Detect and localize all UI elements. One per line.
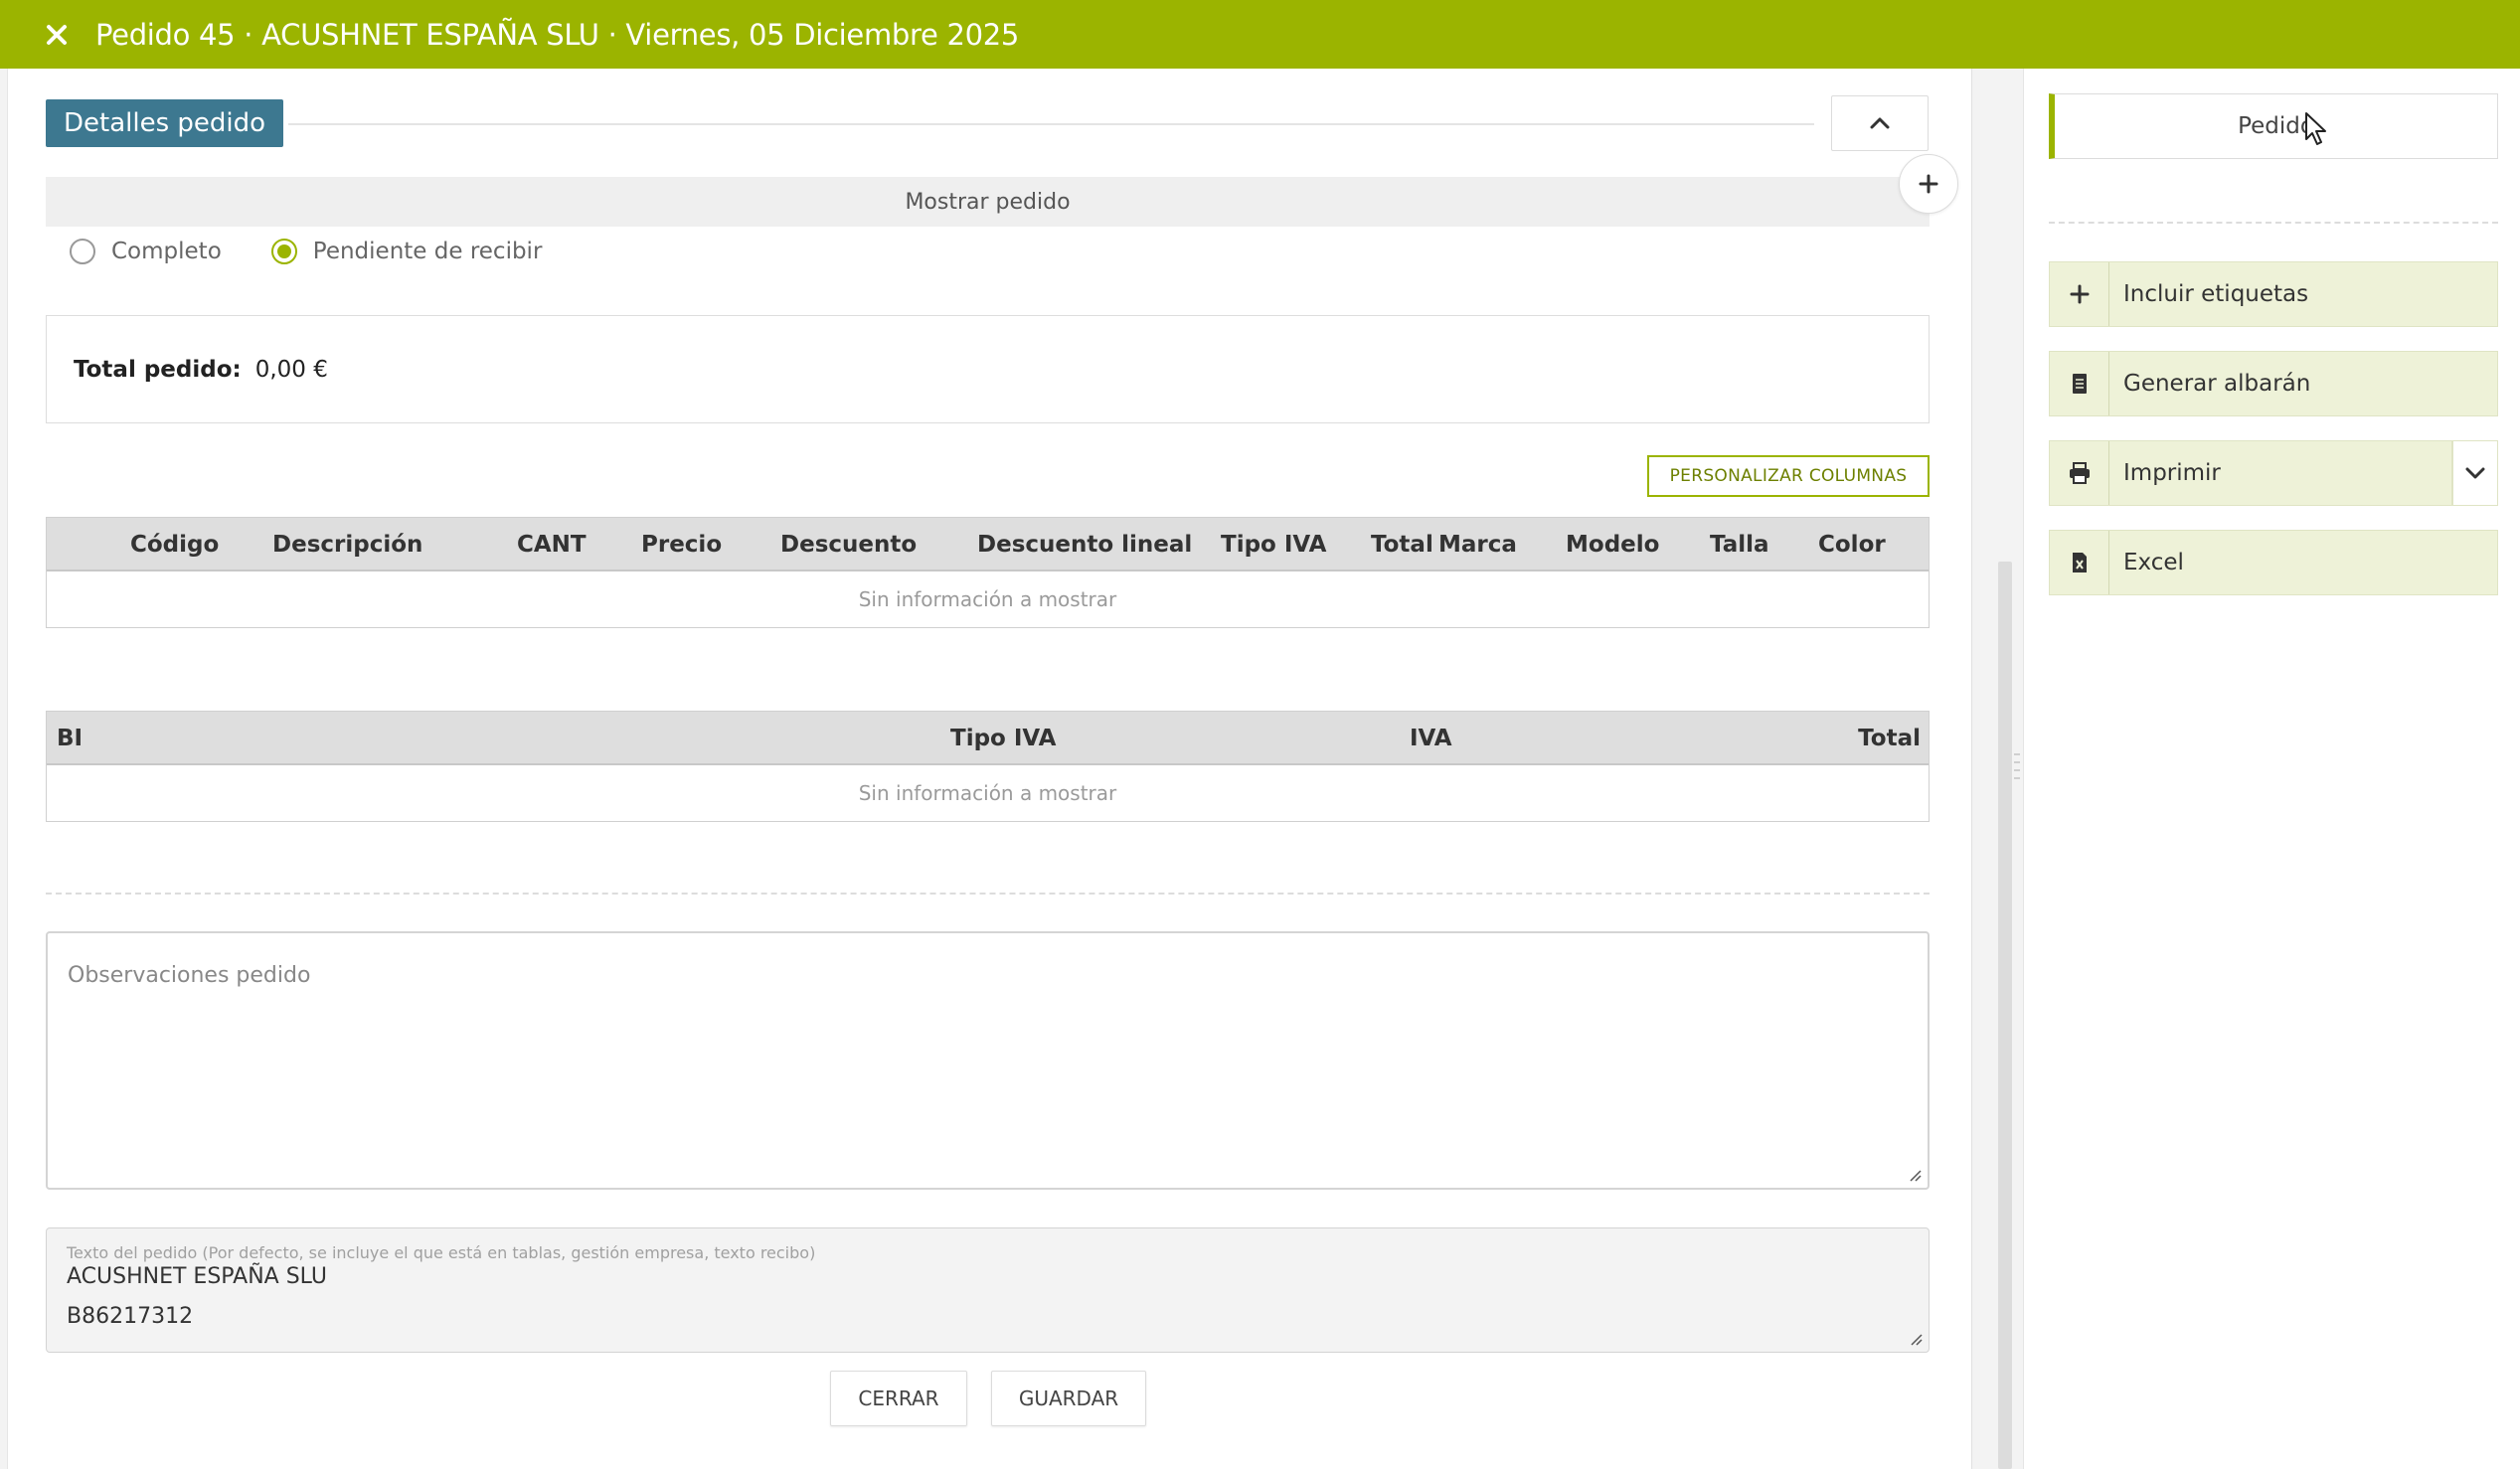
section-separator bbox=[46, 893, 1930, 895]
column-header: Tipo IVA bbox=[950, 726, 1057, 751]
export-excel-label: Excel bbox=[2123, 550, 2184, 575]
resize-grip-icon[interactable] bbox=[1908, 1168, 1922, 1182]
print-label: Imprimir bbox=[2123, 460, 2221, 486]
tax-summary-table: BI Tipo IVA IVA Total Sin información a … bbox=[46, 711, 1930, 822]
column-header[interactable]: Código bbox=[130, 532, 219, 558]
radio-label-pendiente: Pendiente de recibir bbox=[312, 239, 543, 264]
include-labels-label: Incluir etiquetas bbox=[2123, 281, 2309, 307]
column-header[interactable]: Precio bbox=[641, 532, 722, 558]
column-header[interactable]: Total bbox=[1371, 532, 1433, 558]
sidebar-separator bbox=[2049, 222, 2498, 224]
window-title: Pedido 45 · ACUSHNET ESPAÑA SLU · Vierne… bbox=[95, 17, 1020, 52]
section-tag-details: Detalles pedido bbox=[46, 99, 284, 147]
customize-columns-button[interactable]: PERSONALIZAR COLUMNAS bbox=[1647, 455, 1930, 497]
column-header: Total bbox=[1858, 726, 1921, 751]
order-lines-table: Código Descripción CANT Precio Descuento… bbox=[46, 517, 1930, 628]
generate-delivery-note-button[interactable]: Generar albarán bbox=[2049, 351, 2498, 416]
section-divider bbox=[288, 123, 1814, 125]
resize-grip-icon[interactable] bbox=[1909, 1332, 1923, 1346]
print-options-dropdown[interactable] bbox=[2452, 440, 2498, 506]
print-button[interactable]: Imprimir bbox=[2049, 440, 2452, 506]
order-total-box: Total pedido: 0,00 € bbox=[46, 315, 1930, 423]
chevron-up-icon bbox=[1870, 117, 1890, 129]
column-header[interactable]: Descripción bbox=[272, 532, 422, 558]
show-order-bar: Mostrar pedido bbox=[46, 177, 1930, 227]
collapse-button[interactable] bbox=[1831, 95, 1929, 151]
column-header[interactable]: CANT bbox=[517, 532, 587, 558]
order-text-hint: Texto del pedido (Por defecto, se incluy… bbox=[67, 1243, 816, 1262]
column-header[interactable]: Descuento lineal bbox=[977, 532, 1192, 558]
split-handle[interactable] bbox=[2014, 753, 2020, 803]
column-header[interactable]: Modelo bbox=[1566, 532, 1659, 558]
plus-icon bbox=[2050, 262, 2109, 326]
mouse-cursor-icon bbox=[2305, 112, 2326, 145]
page-edge bbox=[0, 69, 8, 1469]
observations-textarea[interactable]: Observaciones pedido bbox=[46, 931, 1930, 1190]
total-value: 0,00 € bbox=[254, 356, 328, 383]
order-text-line: B86217312 bbox=[67, 1304, 194, 1329]
generate-delivery-note-label: Generar albarán bbox=[2123, 371, 2311, 397]
include-labels-button[interactable]: Incluir etiquetas bbox=[2049, 261, 2498, 327]
scrollbar-thumb[interactable] bbox=[1998, 562, 2012, 1469]
column-header[interactable]: Tipo IVA bbox=[1221, 532, 1326, 558]
plus-icon bbox=[1919, 174, 1938, 194]
column-header[interactable]: Color bbox=[1818, 532, 1886, 558]
observations-placeholder: Observaciones pedido bbox=[68, 963, 311, 988]
chevron-down-icon bbox=[2465, 467, 2485, 479]
order-text-field[interactable]: Texto del pedido (Por defecto, se incluy… bbox=[46, 1227, 1930, 1353]
document-icon bbox=[2050, 352, 2109, 415]
column-header: BI bbox=[57, 726, 84, 751]
close-icon[interactable] bbox=[42, 20, 72, 50]
table-header: Código Descripción CANT Precio Descuento… bbox=[47, 518, 1929, 571]
column-header: IVA bbox=[1410, 726, 1452, 751]
excel-file-icon bbox=[2050, 531, 2109, 594]
column-header[interactable]: Marca bbox=[1438, 532, 1517, 558]
table-header: BI Tipo IVA IVA Total bbox=[47, 712, 1929, 765]
close-button[interactable]: CERRAR bbox=[830, 1371, 967, 1426]
printer-icon bbox=[2050, 441, 2109, 505]
total-label: Total pedido: bbox=[74, 356, 242, 383]
order-text-line: ACUSHNET ESPAÑA SLU bbox=[67, 1264, 327, 1289]
radio-completo[interactable] bbox=[70, 239, 95, 264]
column-header[interactable]: Talla bbox=[1710, 532, 1769, 558]
radio-label-completo: Completo bbox=[111, 239, 222, 264]
add-button[interactable] bbox=[1899, 154, 1958, 214]
save-button[interactable]: GUARDAR bbox=[991, 1371, 1146, 1426]
export-excel-button[interactable]: Excel bbox=[2049, 530, 2498, 595]
empty-message: Sin información a mostrar bbox=[858, 781, 1117, 805]
window-header: Pedido 45 · ACUSHNET ESPAÑA SLU · Vierne… bbox=[0, 0, 2520, 69]
empty-message: Sin información a mostrar bbox=[858, 587, 1117, 611]
radio-pendiente[interactable] bbox=[270, 239, 297, 264]
sidebar-tab-pedido[interactable]: Pedido bbox=[2049, 93, 2498, 159]
column-header[interactable]: Descuento bbox=[780, 532, 917, 558]
order-status-radios: Completo Pendiente de recibir bbox=[70, 237, 591, 266]
